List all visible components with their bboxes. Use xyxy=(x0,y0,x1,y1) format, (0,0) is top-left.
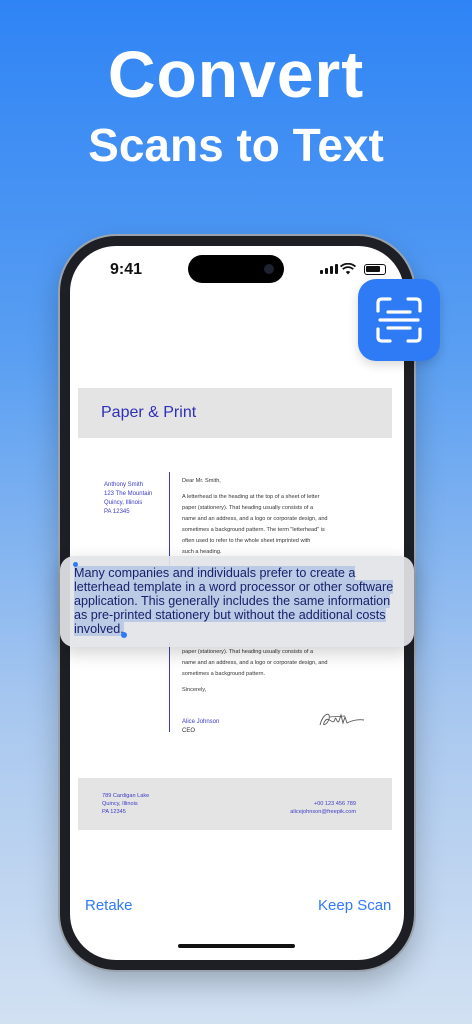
doc-header: Paper & Print xyxy=(78,388,392,438)
body-line: often used to refer to the whole sheet i… xyxy=(182,538,311,544)
signer-name: Alice Johnson xyxy=(182,719,220,725)
greeting: Dear Mr. Smith, xyxy=(182,478,221,484)
headline-line1: Convert xyxy=(107,37,365,111)
headline: Convert Scans to Text xyxy=(0,36,472,172)
sender-line: PA 12345 xyxy=(104,509,130,515)
doc-footer: 789 Cardigan Lake Quincy, Illinois PA 12… xyxy=(78,778,392,830)
selection-start-handle[interactable] xyxy=(73,562,78,567)
body-line: sometimes a background pattern. The term… xyxy=(182,527,325,533)
divider-line xyxy=(169,472,170,566)
signer-role: CEO xyxy=(182,728,196,734)
selected-text-highlight[interactable]: Many companies and individuals prefer to… xyxy=(74,566,394,636)
sender-address: Anthony Smith 123 The Mountain Quincy, I… xyxy=(104,481,152,517)
retake-button[interactable]: Retake xyxy=(85,897,133,914)
footer-address: 789 Cardigan Lake Quincy, Illinois PA 12… xyxy=(102,792,149,816)
headline-line2: Scans to Text xyxy=(88,119,384,171)
wifi-icon xyxy=(340,263,356,275)
closing: Sincerely, xyxy=(182,687,207,693)
handwritten-signature xyxy=(319,713,365,726)
footer-contact: +00 123 456 789 alicejohnson@freepik.com xyxy=(290,800,356,816)
signer-block: Alice Johnson CEO xyxy=(182,718,219,736)
keep-scan-button[interactable]: Keep Scan xyxy=(318,897,391,914)
selected-text[interactable]: Many companies and individuals prefer to… xyxy=(74,566,396,636)
body-line: paper (stationery). That heading usually… xyxy=(182,649,314,655)
sender-line: Quincy, Illinois xyxy=(104,500,143,506)
body-line: A letterhead is the heading at the top o… xyxy=(182,494,320,500)
footer-line: Quincy, Illinois xyxy=(102,801,138,807)
status-bar: 9:41 xyxy=(70,246,404,298)
text-scan-icon xyxy=(376,297,422,343)
footer-line: PA 12345 xyxy=(102,809,126,815)
cellular-signal-icon xyxy=(320,264,338,274)
footer-email: alicejohnson@freepik.com xyxy=(290,809,356,815)
home-indicator xyxy=(178,944,295,948)
status-time: 9:41 xyxy=(110,261,143,278)
footer-phone: +00 123 456 789 xyxy=(313,801,356,807)
sender-line: Anthony Smith xyxy=(104,482,144,488)
body-line: sometimes a background pattern. xyxy=(182,671,266,677)
battery-icon xyxy=(364,264,386,275)
sender-line: 123 The Mountain xyxy=(104,491,153,497)
footer-line: 789 Cardigan Lake xyxy=(102,793,150,799)
body-line: name and an address, and a logo or corpo… xyxy=(182,660,328,666)
divider-line xyxy=(169,642,170,732)
body-line: name and an address, and a logo or corpo… xyxy=(182,516,328,522)
body-line: paper (stationery). That heading usually… xyxy=(182,505,314,511)
selection-end-handle[interactable] xyxy=(121,632,127,638)
dynamic-island xyxy=(188,255,284,283)
letter-body-bottom: paper (stationery). That heading usually… xyxy=(182,647,352,696)
scan-badge xyxy=(358,279,440,361)
letter-body-top: Dear Mr. Smith, A letterhead is the head… xyxy=(182,476,352,558)
doc-title: Paper & Print xyxy=(101,404,197,421)
